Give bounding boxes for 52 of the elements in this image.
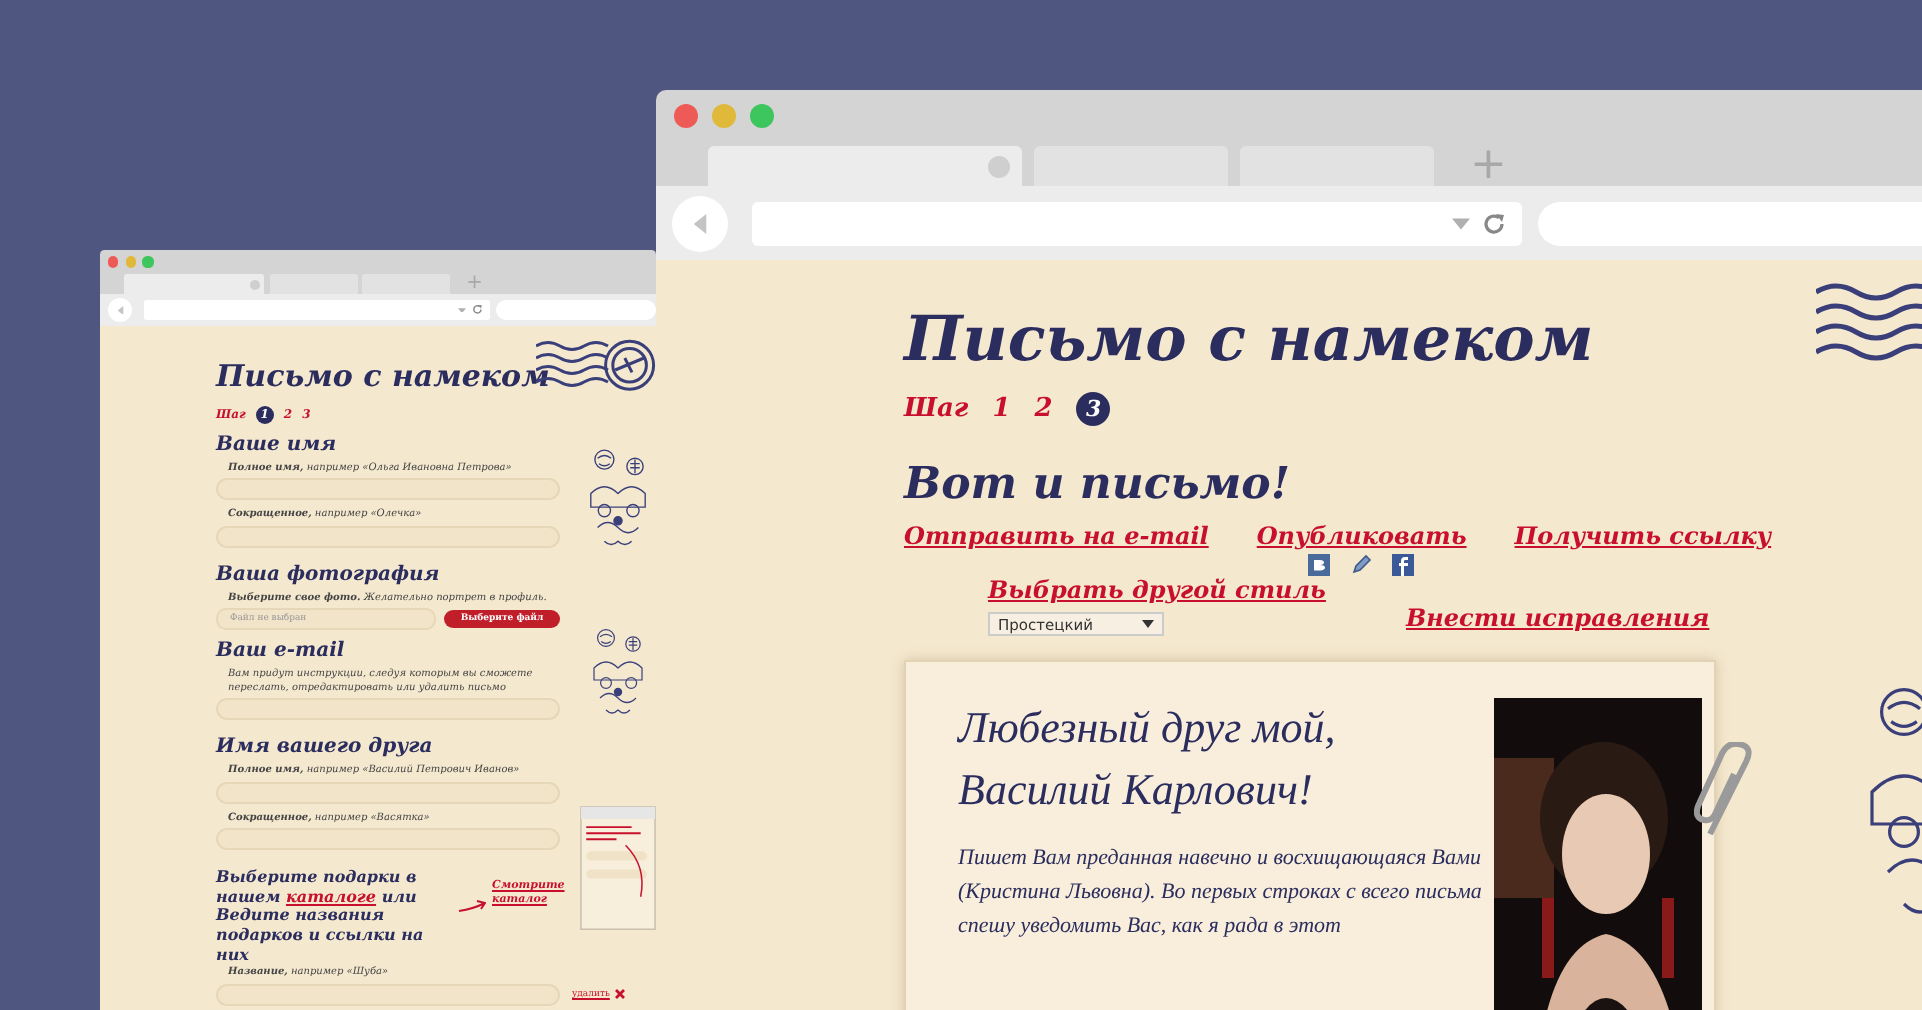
edit-link[interactable]: Внести исправления (1405, 600, 1710, 637)
close-button[interactable] (108, 256, 119, 268)
dropdown-icon[interactable] (1452, 217, 1470, 229)
section-heading: Вот и письмо! (904, 458, 1291, 511)
facebook-icon[interactable] (1392, 554, 1415, 577)
close-button[interactable] (674, 104, 698, 128)
close-icon[interactable] (613, 988, 626, 1001)
back-button[interactable] (107, 297, 133, 323)
browser-tab[interactable] (123, 274, 265, 294)
browser-tab[interactable] (1240, 145, 1434, 187)
reload-icon[interactable] (471, 304, 483, 316)
tab-close-icon[interactable] (249, 279, 260, 290)
maximize-button[interactable] (750, 104, 774, 128)
page-title: Письмо с намеком (216, 358, 550, 398)
step-label: Шаг (904, 394, 969, 425)
search-field[interactable] (496, 299, 656, 320)
browser-tab[interactable] (1034, 145, 1228, 187)
section-heading: Ваш e-mail (216, 640, 345, 665)
social-icon[interactable] (1308, 554, 1331, 577)
back-button[interactable] (672, 195, 728, 251)
letter-greeting: Василий Карлович! (958, 762, 1315, 819)
address-field[interactable] (752, 201, 1522, 245)
pencil-icon[interactable] (1350, 554, 1373, 577)
back-icon[interactable] (115, 305, 125, 315)
back-icon[interactable] (690, 213, 710, 233)
section-heading: Имя вашего друга (216, 736, 433, 761)
letter-text: Пишет Вам преданная навечно и восхищающаяся Вами (Кристина Львовна). Во первых строках с всего письма спешу уведомить Вас, как я рада в этот (958, 843, 1484, 942)
caret-icon[interactable] (1142, 620, 1154, 629)
browser-tab[interactable] (362, 274, 450, 294)
letter-greeting: Любезный друг мой, (958, 700, 1338, 757)
browser-tab[interactable] (708, 145, 1022, 187)
address-field[interactable] (143, 299, 490, 320)
page-title: Письмо с намеком (904, 302, 1594, 380)
action-link[interactable]: Отправить на e-mail (904, 522, 1209, 551)
section-heading: Ваша фотография (216, 563, 440, 588)
tab-close-icon[interactable] (988, 155, 1010, 177)
step-link[interactable]: 2 (1034, 394, 1053, 425)
change-style-link[interactable]: Выбрать другой стиль (988, 576, 1326, 605)
section-heading: Ваше имя (216, 433, 337, 458)
gifts-instructions: Выберите подарки в нашем каталоге или Ведите названия подарков и ссылки на них (216, 868, 426, 965)
minimize-button[interactable] (712, 104, 736, 128)
dropdown-icon[interactable] (458, 307, 467, 313)
action-link[interactable]: Получить ссылку (1514, 522, 1772, 551)
minimize-button[interactable] (125, 256, 136, 268)
arrow-icon (458, 900, 486, 913)
step-link[interactable]: 3 (1076, 392, 1111, 427)
browser-tab[interactable] (270, 274, 358, 294)
step-link[interactable]: 1 (992, 394, 1011, 425)
reload-icon[interactable] (1482, 211, 1506, 235)
catalog-link[interactable]: каталоге (285, 885, 377, 906)
publish-link[interactable]: Опубликовать (1256, 522, 1467, 551)
maximize-button[interactable] (142, 256, 153, 268)
